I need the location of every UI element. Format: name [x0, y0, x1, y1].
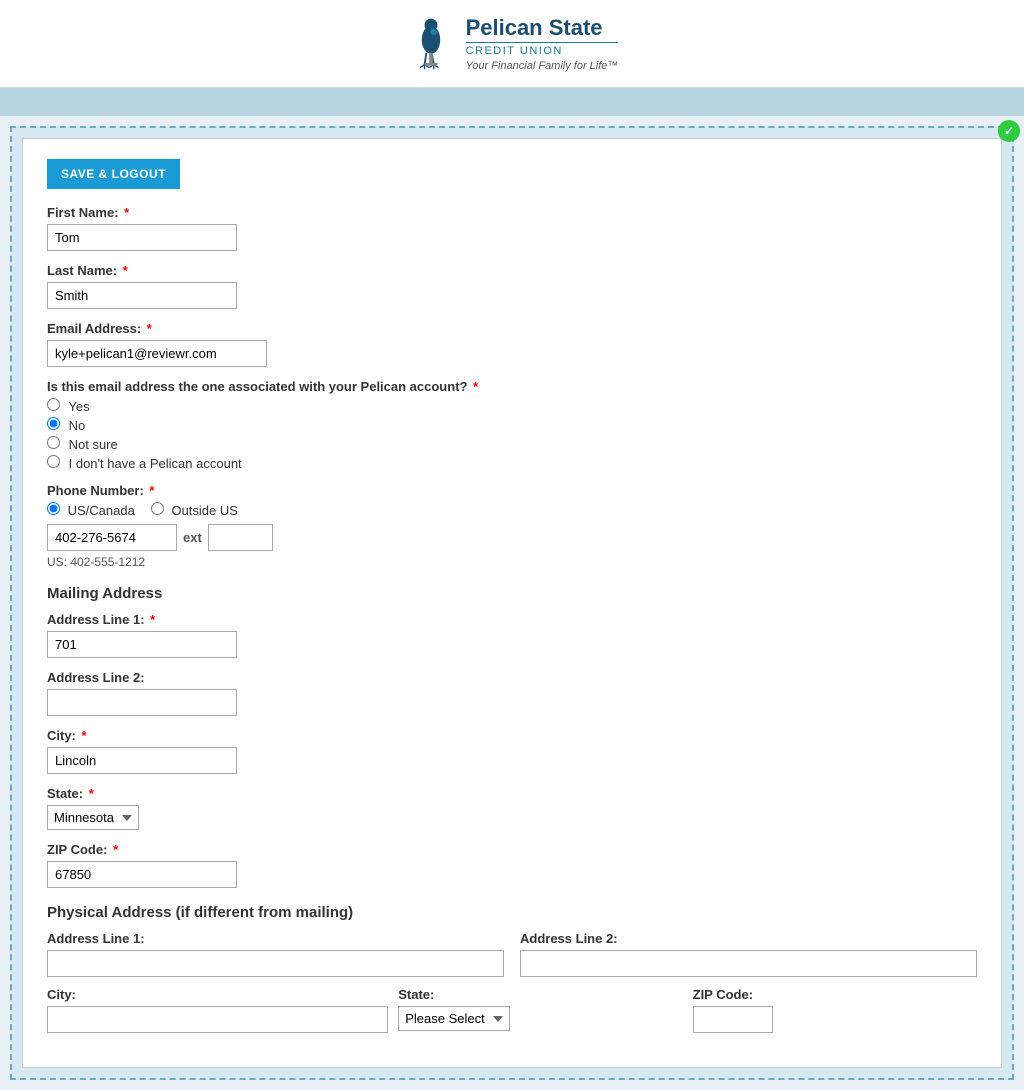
phone-group: Phone Number: * US/Canada Outside US ext…	[47, 483, 977, 569]
logo-title: Pelican State	[466, 16, 619, 40]
green-status-icon: ✓	[998, 120, 1020, 142]
phys-address2-label: Address Line 2:	[520, 931, 977, 946]
phone-number-input[interactable]	[47, 524, 177, 551]
state-select-wrapper: Minnesota Alabama Alaska Arizona Califor…	[47, 805, 139, 830]
state-select[interactable]: Minnesota Alabama Alaska Arizona Califor…	[47, 805, 139, 830]
phys-city-input[interactable]	[47, 1006, 388, 1033]
email-option-yes[interactable]: Yes	[47, 398, 977, 414]
email-option-not-sure[interactable]: Not sure	[47, 436, 977, 452]
first-name-input[interactable]	[47, 224, 237, 251]
phone-ext-input[interactable]	[208, 524, 273, 551]
phys-zip-col: ZIP Code:	[693, 987, 977, 1033]
phone-radio-outside[interactable]	[151, 502, 164, 515]
email-label: Email Address: *	[47, 321, 977, 336]
phys-state-select[interactable]: Please Select Alabama Alaska Arizona Cal…	[398, 1006, 510, 1031]
phys-city-col: City:	[47, 987, 388, 1033]
state-label: State: *	[47, 786, 977, 801]
email-radio-not-sure[interactable]	[47, 436, 60, 449]
phone-type-row: US/Canada Outside US	[47, 502, 977, 518]
email-input[interactable]	[47, 340, 267, 367]
last-name-group: Last Name: *	[47, 263, 977, 309]
email-radio-group: Yes No Not sure I don't have a Pelican a…	[47, 398, 977, 471]
save-logout-button[interactable]: SAVE & LOGOUT	[47, 159, 180, 189]
phys-state-col: State: Please Select Alabama Alaska Ariz…	[398, 987, 682, 1031]
logo-tagline: Your Financial Family for Life™	[466, 60, 619, 72]
mailing-address-heading: Mailing Address	[47, 585, 977, 602]
phone-display: US: 402-555-1212	[47, 555, 977, 569]
email-radio-no-account[interactable]	[47, 455, 60, 468]
ext-label: ext	[183, 530, 202, 545]
address2-input[interactable]	[47, 689, 237, 716]
last-name-input[interactable]	[47, 282, 237, 309]
address1-required: *	[150, 612, 155, 627]
phys-address1-label: Address Line 1:	[47, 931, 504, 946]
email-question-label: Is this email address the one associated…	[47, 379, 977, 394]
phys-zip-input[interactable]	[693, 1006, 773, 1033]
state-required: *	[89, 786, 94, 801]
physical-address-heading: Physical Address (if different from mail…	[47, 904, 977, 921]
last-name-label: Last Name: *	[47, 263, 977, 278]
city-label: City: *	[47, 728, 977, 743]
city-group: City: *	[47, 728, 977, 774]
email-radio-yes[interactable]	[47, 398, 60, 411]
state-group: State: * Minnesota Alabama Alaska Arizon…	[47, 786, 977, 830]
first-name-required: *	[124, 205, 129, 220]
email-question-group: Is this email address the one associated…	[47, 379, 977, 471]
phys-address1-input[interactable]	[47, 950, 504, 977]
phys-address1-col: Address Line 1:	[47, 931, 504, 977]
phone-required: *	[149, 483, 154, 498]
zip-label: ZIP Code: *	[47, 842, 977, 857]
email-question-required: *	[473, 379, 478, 394]
first-name-label: First Name: *	[47, 205, 977, 220]
address1-input[interactable]	[47, 631, 237, 658]
logo-subtitle: credit union	[466, 42, 619, 57]
phone-label: Phone Number: *	[47, 483, 977, 498]
city-input[interactable]	[47, 747, 237, 774]
physical-address-row1: Address Line 1: Address Line 2:	[47, 931, 977, 977]
city-required: *	[82, 728, 87, 743]
phone-type-us-label[interactable]: US/Canada	[47, 502, 135, 518]
email-option-no[interactable]: No	[47, 417, 977, 433]
physical-address-row2: City: State: Please Select Alabama Alask…	[47, 987, 977, 1033]
blue-bar	[0, 88, 1024, 116]
address1-group: Address Line 1: *	[47, 612, 977, 658]
pelican-logo-icon	[406, 14, 456, 74]
last-name-required: *	[123, 263, 128, 278]
zip-group: ZIP Code: *	[47, 842, 977, 888]
email-group: Email Address: *	[47, 321, 977, 367]
email-required: *	[147, 321, 152, 336]
phys-address2-col: Address Line 2:	[520, 931, 977, 977]
phys-zip-label: ZIP Code:	[693, 987, 977, 1002]
address2-label: Address Line 2:	[47, 670, 977, 685]
zip-required: *	[113, 842, 118, 857]
logo-text-block: Pelican State credit union Your Financia…	[466, 16, 619, 72]
email-option-no-account[interactable]: I don't have a Pelican account	[47, 455, 977, 471]
address1-label: Address Line 1: *	[47, 612, 977, 627]
form-container: SAVE & LOGOUT First Name: * Last Name: *…	[22, 138, 1002, 1068]
phys-city-label: City:	[47, 987, 388, 1002]
content-area: ✓ SAVE & LOGOUT First Name: * Last Name:…	[10, 126, 1014, 1080]
phys-state-label: State:	[398, 987, 682, 1002]
phone-number-row: ext	[47, 524, 977, 551]
phone-radio-us[interactable]	[47, 502, 60, 515]
phys-state-select-wrapper: Please Select Alabama Alaska Arizona Cal…	[398, 1006, 510, 1031]
phone-type-outside-label[interactable]: Outside US	[151, 502, 238, 518]
email-radio-no[interactable]	[47, 417, 60, 430]
page-header: Pelican State credit union Your Financia…	[0, 0, 1024, 88]
address2-group: Address Line 2:	[47, 670, 977, 716]
first-name-group: First Name: *	[47, 205, 977, 251]
phys-address2-input[interactable]	[520, 950, 977, 977]
